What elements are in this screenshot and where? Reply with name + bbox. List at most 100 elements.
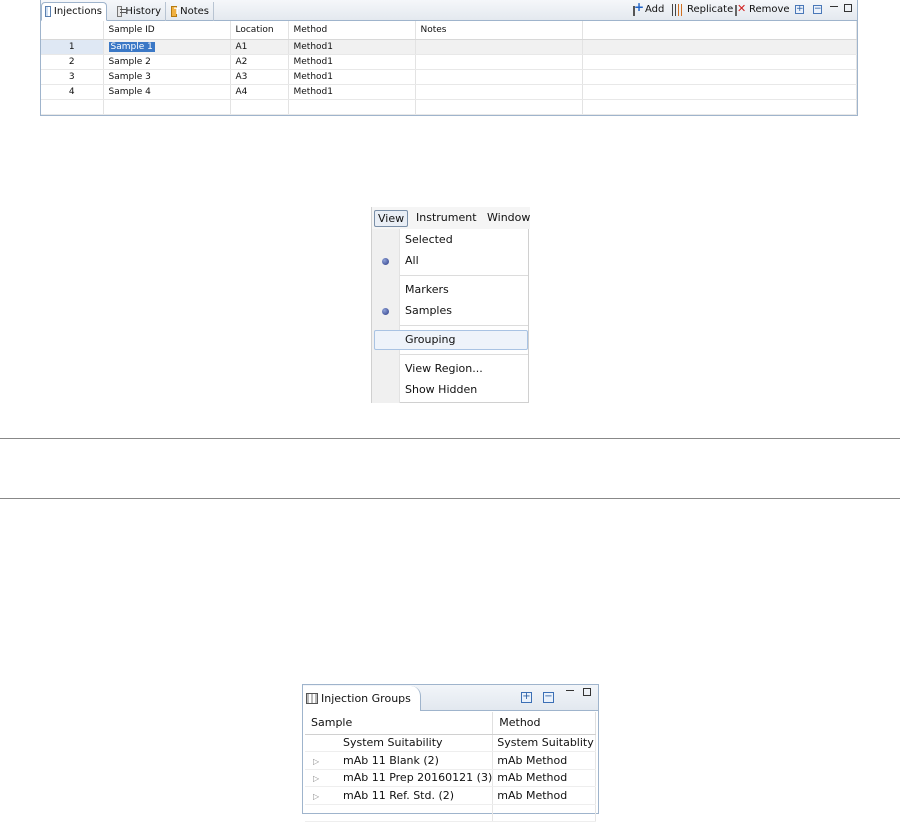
sample-id-cell[interactable]: Sample 4 [103,84,231,100]
row-number: 1 [41,39,104,55]
table-row[interactable]: ▷ mAb 11 Ref. Std. (2) mAb Method [305,786,596,805]
sample-cell[interactable]: ▷ mAb 11 Blank (2) [305,751,494,770]
tab-injections[interactable]: Injections [41,2,107,21]
tab-injections-label: Injections [53,6,102,17]
table-icon [45,6,51,17]
filler-cell [582,69,857,85]
add-button[interactable]: Add [632,0,665,17]
expand-arrow-icon[interactable]: ▷ [305,757,343,766]
method-cell[interactable]: mAb Method [492,751,596,770]
divider [0,438,900,439]
maximize-icon[interactable] [583,688,591,696]
table-row[interactable]: ▷ mAb 11 Blank (2) mAb Method [305,751,596,770]
method-cell[interactable]: Method1 [288,39,416,55]
method-cell[interactable]: mAb Method [492,786,596,805]
tab-notes[interactable]: Notes [168,2,214,21]
tab-notes-label: Notes [180,6,209,17]
menu-window[interactable]: Window [484,210,533,227]
menu-separator [400,354,528,355]
column-header-index[interactable] [41,21,104,40]
method-cell[interactable]: System Suitablity [492,734,596,752]
method-cell[interactable]: Method1 [288,84,416,100]
table-row[interactable]: 4 Sample 4 A4 Method1 [41,84,857,100]
add-icon [632,0,644,16]
collapse-all-icon[interactable]: − [813,5,822,14]
table-row[interactable]: System Suitability System Suitablity [305,734,596,752]
menu-item-markers[interactable]: Markers [405,283,449,297]
divider [0,498,900,499]
add-label: Add [645,4,665,15]
radio-selected-icon [382,308,389,315]
sample-cell[interactable]: System Suitability [305,734,494,752]
tab-history-label: History [125,6,161,17]
menu-separator [400,325,528,326]
menu-gutter [372,229,400,403]
remove-icon [735,2,746,16]
menu-item-view-region[interactable]: View Region... [405,362,483,376]
menu-view[interactable]: View [374,210,409,227]
location-cell[interactable]: A2 [230,54,289,70]
notes-cell[interactable] [415,84,583,100]
expand-arrow-icon[interactable]: ▷ [305,774,343,783]
notes-cell[interactable] [415,54,583,70]
filler-cell [582,54,857,70]
menu-separator [400,275,528,276]
row-number: 2 [41,54,104,70]
table-row[interactable]: 3 Sample 3 A3 Method1 [41,69,857,85]
table-row[interactable]: 1 Sample 1 A1 Method1 [41,39,857,55]
sample-id-edit[interactable]: Sample 1 [108,41,155,52]
column-header-sample-id[interactable]: Sample ID [103,21,231,40]
row-number: 4 [41,84,104,100]
menu-item-selected[interactable]: Selected [405,233,453,247]
sample-id-cell[interactable]: Sample 1 [103,39,231,55]
column-header-method[interactable]: Method [288,21,416,40]
replicate-button[interactable]: Replicate [672,3,733,17]
method-cell[interactable]: Method1 [288,69,416,85]
method-cell[interactable]: mAb Method [492,769,596,787]
menu-item-all[interactable]: All [405,254,419,268]
maximize-icon[interactable] [844,4,852,12]
method-cell[interactable]: Method1 [288,54,416,70]
view-menu: View Instrument Window Selected All Mark… [371,207,530,403]
table-header-row: Sample Method [305,712,596,735]
location-cell[interactable]: A4 [230,84,289,100]
tab-injection-groups[interactable]: Injection Groups [303,686,421,711]
column-header-notes[interactable]: Notes [415,21,583,40]
menu-item-grouping[interactable]: Grouping [405,333,456,347]
sample-cell[interactable]: ▷ mAb 11 Prep 20160121 (3) [305,769,494,787]
location-cell[interactable]: A1 [230,39,289,55]
replicate-icon [672,4,684,16]
tab-history[interactable]: History [114,2,166,21]
notes-icon [171,4,180,21]
minimize-icon[interactable] [830,6,838,8]
menu-item-samples[interactable]: Samples [405,304,452,318]
expand-all-icon[interactable]: + [795,5,804,14]
notes-cell[interactable] [415,39,583,55]
row-number: 3 [41,69,104,85]
column-header-location[interactable]: Location [230,21,289,40]
menu-item-show-hidden[interactable]: Show Hidden [405,383,477,397]
sample-name: mAb 11 Ref. Std. (2) [343,788,455,802]
filler-cell [582,84,857,100]
menubar: View Instrument Window [372,207,530,229]
column-header-sample[interactable]: Sample [305,712,494,735]
minimize-icon[interactable] [566,690,574,692]
remove-button[interactable]: Remove [735,2,790,17]
collapse-all-icon[interactable]: − [543,692,554,703]
table-row[interactable]: 2 Sample 2 A2 Method1 [41,54,857,70]
location-cell[interactable]: A3 [230,69,289,85]
sample-id-cell[interactable]: Sample 3 [103,69,231,85]
notes-cell[interactable] [415,69,583,85]
sample-cell[interactable]: ▷ mAb 11 Ref. Std. (2) [305,786,494,805]
injection-groups-table: Sample Method System Suitability System … [305,712,596,822]
table-row[interactable]: ▷ mAb 11 Prep 20160121 (3) mAb Method [305,769,596,787]
injections-panel: Injections History Notes Add Replicate R… [40,0,858,116]
remove-label: Remove [749,4,790,15]
sample-id-cell[interactable]: Sample 2 [103,54,231,70]
expand-all-icon[interactable]: + [521,692,532,703]
expand-arrow-icon[interactable]: ▷ [305,792,343,801]
table-row-empty [305,804,596,822]
menu-instrument[interactable]: Instrument [413,210,480,227]
column-header-method[interactable]: Method [492,712,596,735]
radio-selected-icon [382,258,389,265]
